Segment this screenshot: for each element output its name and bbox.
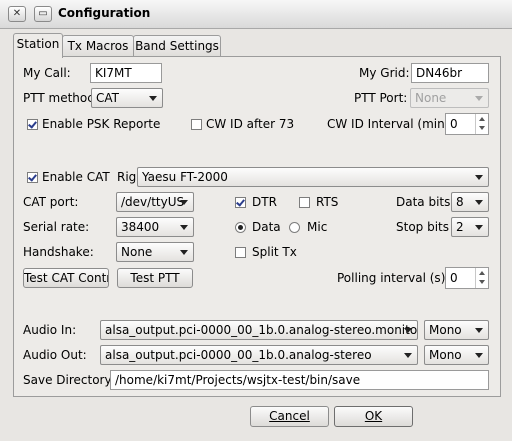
data-radio[interactable] [235, 222, 246, 233]
stop-bits-value: 2 [456, 220, 464, 234]
stop-bits-select[interactable]: 2 [451, 217, 489, 237]
ptt-method-label: PTT methoc [23, 91, 94, 105]
audio-out-label: Audio Out: [23, 348, 87, 362]
stop-bits-label: Stop bits [396, 220, 450, 234]
spin-up-icon[interactable] [475, 268, 488, 278]
dtr-checkbox[interactable] [235, 197, 246, 208]
chevron-down-icon [475, 96, 483, 101]
audio-in-channel-value: Mono [429, 323, 462, 337]
chevron-down-icon [180, 250, 188, 255]
cancel-label: Cancel [269, 409, 310, 423]
serial-rate-label: Serial rate: [23, 220, 90, 234]
cancel-button[interactable]: Cancel [250, 406, 329, 427]
split-tx-label: Split Tx [252, 245, 297, 259]
audio-out-select[interactable]: alsa_output.pci-0000_00_1b.0.analog-ster… [100, 345, 418, 365]
handshake-select[interactable]: None [116, 242, 194, 262]
ok-button[interactable]: OK [334, 406, 413, 427]
serial-rate-value: 38400 [121, 220, 160, 234]
data-bits-select[interactable]: 8 [451, 192, 489, 212]
dtr-label: DTR [252, 195, 277, 209]
tab-tx-macros[interactable]: Tx Macros [62, 35, 134, 57]
tab-station[interactable]: Station [13, 33, 63, 58]
close-button[interactable]: ✕ [8, 6, 26, 22]
rig-select[interactable]: Yaesu FT-2000 [137, 167, 489, 187]
audio-in-value: alsa_output.pci-0000_00_1b.0.analog-ster… [105, 323, 418, 337]
save-directory-field[interactable]: /home/ki7mt/Projects/wsjtx-test/bin/save [110, 370, 489, 390]
rts-checkbox[interactable] [299, 197, 310, 208]
rig-label: Rig [117, 170, 137, 184]
chevron-down-icon [149, 96, 157, 101]
ptt-method-value: CAT [96, 91, 119, 105]
cat-port-value: /dev/ttyUS [121, 195, 185, 209]
enable-psk-checkbox[interactable] [27, 119, 38, 130]
cw-interval-spinbox[interactable]: 0 [445, 113, 489, 135]
serial-rate-select[interactable]: 38400 [116, 217, 194, 237]
handshake-value: None [121, 245, 153, 259]
chevron-down-icon [404, 353, 412, 358]
enable-cat-checkbox[interactable] [27, 172, 38, 183]
rts-label: RTS [316, 195, 339, 209]
enable-cat-label: Enable CAT [42, 170, 110, 184]
data-radio-label: Data [252, 220, 281, 234]
chevron-down-icon [180, 225, 188, 230]
ok-label: OK [364, 409, 383, 423]
cat-port-label: CAT port: [23, 195, 79, 209]
test-cat-button[interactable]: Test CAT Contro [23, 268, 109, 288]
polling-interval-value: 0 [450, 271, 458, 285]
chevron-down-icon [475, 200, 483, 205]
data-bits-value: 8 [456, 195, 464, 209]
chevron-down-icon [180, 200, 188, 205]
spin-down-icon[interactable] [475, 124, 488, 134]
audio-out-channel-select[interactable]: Mono [424, 345, 489, 365]
test-ptt-button[interactable]: Test PTT [117, 268, 193, 288]
my-call-label: My Call: [23, 66, 71, 80]
handshake-label: Handshake: [23, 245, 94, 259]
menu-icon[interactable]: ▭ [34, 6, 52, 22]
ptt-method-select[interactable]: CAT [91, 88, 163, 108]
cw-interval-label: CW ID Interval (min): [327, 117, 454, 131]
cw-id-after-checkbox[interactable] [191, 119, 202, 130]
polling-interval-label: Polling interval (s): [337, 271, 450, 285]
audio-in-select[interactable]: alsa_output.pci-0000_00_1b.0.analog-ster… [100, 320, 418, 340]
audio-in-label: Audio In: [23, 323, 77, 337]
save-directory-label: Save Directory: [23, 373, 115, 387]
spin-down-icon[interactable] [475, 278, 488, 288]
cw-id-after-label: CW ID after 73 [206, 117, 295, 131]
chevron-down-icon [475, 328, 483, 333]
enable-psk-label: Enable PSK Reporte [42, 117, 161, 131]
my-grid-label: My Grid: [359, 66, 410, 80]
data-bits-label: Data bits [396, 195, 451, 209]
tab-band-settings[interactable]: Band Settings [133, 35, 221, 57]
cw-interval-value: 0 [450, 117, 458, 131]
ptt-port-select[interactable]: None [410, 88, 489, 108]
cat-port-select[interactable]: /dev/ttyUS [116, 192, 194, 212]
rig-value: Yaesu FT-2000 [142, 170, 228, 184]
audio-out-value: alsa_output.pci-0000_00_1b.0.analog-ster… [105, 348, 372, 362]
audio-out-channel-value: Mono [429, 348, 462, 362]
chevron-down-icon [475, 175, 483, 180]
polling-interval-spinbox[interactable]: 0 [445, 267, 489, 289]
audio-in-channel-select[interactable]: Mono [424, 320, 489, 340]
split-tx-checkbox[interactable] [235, 247, 246, 258]
ptt-port-label: PTT Port: [354, 91, 408, 105]
title-bar[interactable]: ✕ ▭ Configuration [0, 0, 512, 29]
spin-up-icon[interactable] [475, 114, 488, 124]
ptt-port-value: None [415, 91, 447, 105]
mic-radio-label: Mic [307, 220, 328, 234]
my-grid-field[interactable]: DN46br [411, 63, 489, 83]
chevron-down-icon [475, 225, 483, 230]
window-title: Configuration [58, 6, 151, 20]
mic-radio[interactable] [289, 222, 300, 233]
chevron-down-icon [475, 353, 483, 358]
my-call-field[interactable]: KI7MT [90, 63, 162, 83]
configuration-dialog: ✕ ▭ Configuration Station Tx Macros Band… [0, 0, 512, 441]
chevron-down-icon [404, 328, 412, 333]
